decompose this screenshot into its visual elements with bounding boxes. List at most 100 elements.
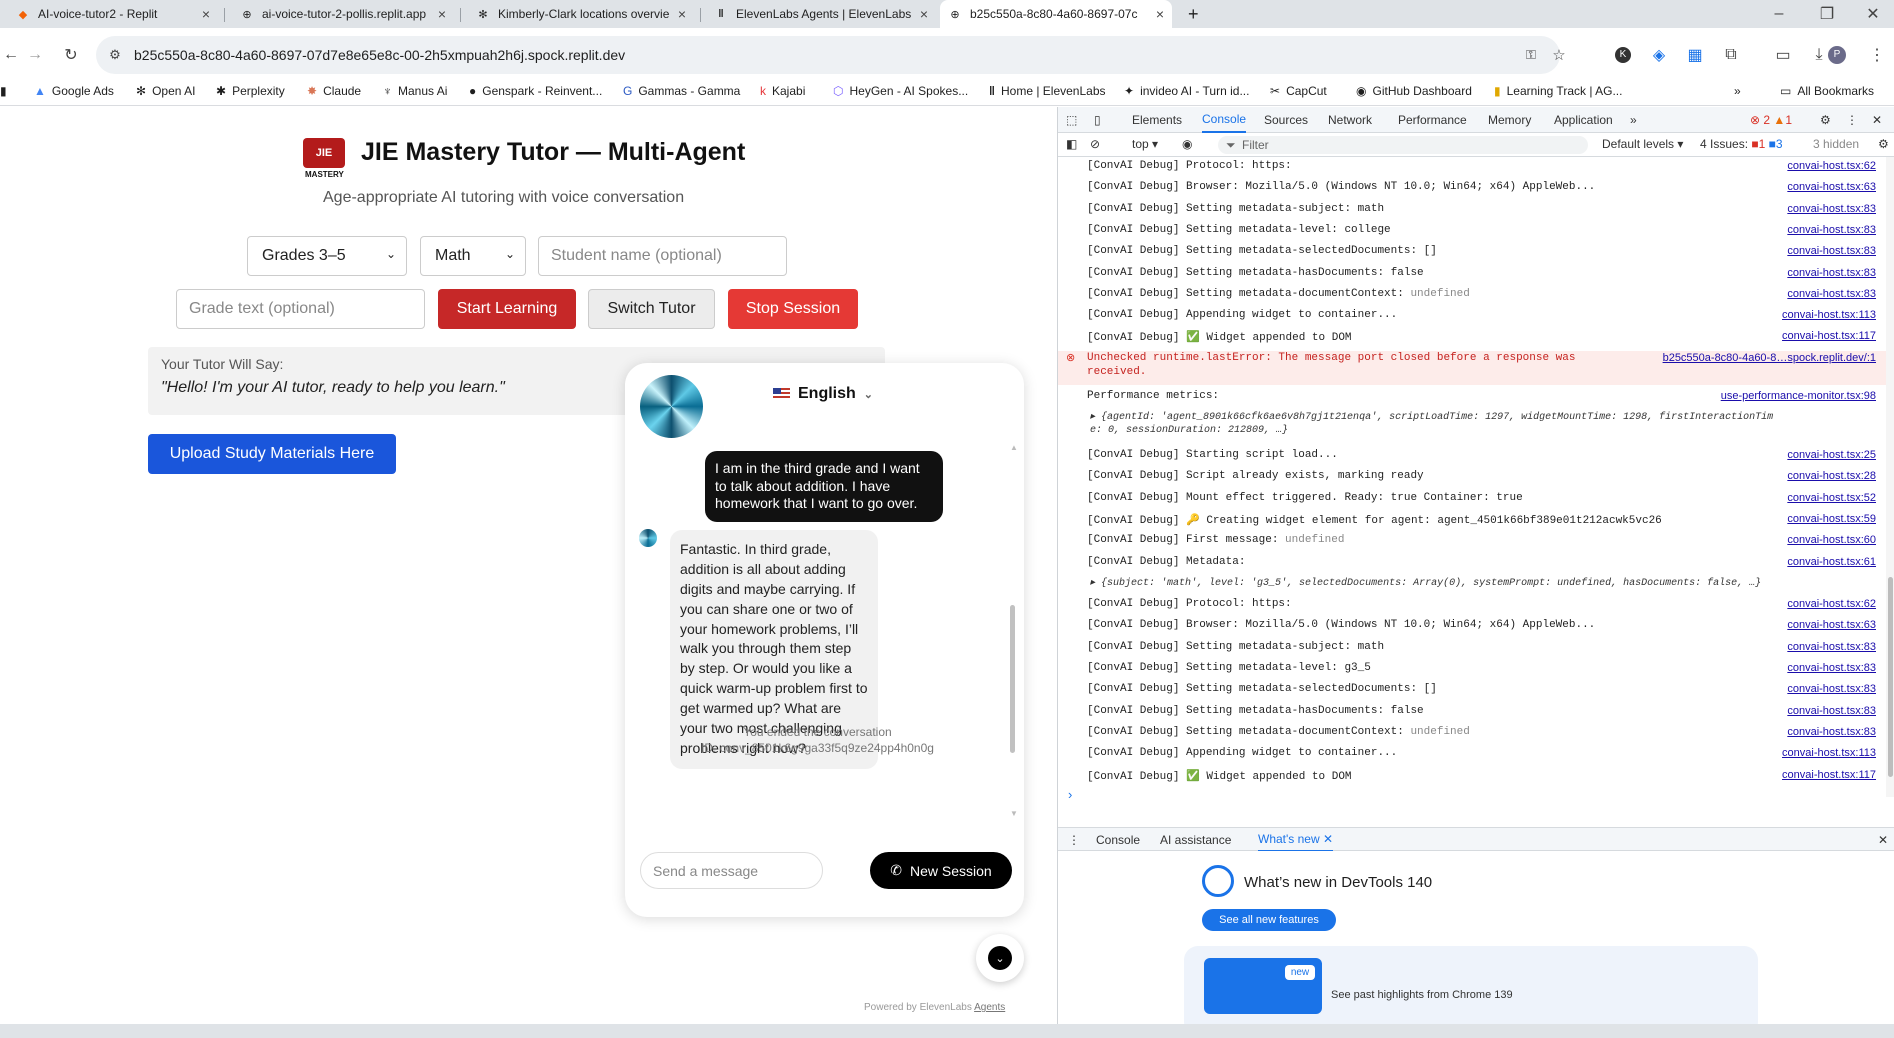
console-error-row[interactable]: ⊗ Unchecked runtime.lastError: The messag… — [1058, 350, 1886, 385]
bookmark-claude[interactable]: ✸ Claude — [307, 84, 361, 98]
console-log-row[interactable]: [ConvAI Debug] Setting metadata-document… — [1058, 287, 1886, 305]
bookmark-github[interactable]: ◉ GitHub Dashboard — [1356, 84, 1472, 98]
extension-icon[interactable]: ◈ — [1648, 44, 1670, 66]
browser-tab[interactable]: ✻ Kimberly-Clark locations overvie × — [468, 0, 694, 28]
log-source-link[interactable]: convai-host.tsx:63 — [1787, 619, 1876, 631]
log-source-link[interactable]: convai-host.tsx:62 — [1787, 160, 1876, 172]
console-settings-icon[interactable]: ⚙ — [1878, 137, 1889, 151]
extension-k-icon[interactable]: K — [1612, 44, 1634, 66]
bookmark-heygen[interactable]: ⬡ HeyGen - AI Spokes... — [833, 84, 968, 98]
new-tab-button[interactable]: + — [1180, 0, 1210, 28]
console-log-row[interactable]: [ConvAI Debug] 🔑 Creating widget element… — [1058, 512, 1886, 530]
tab-elements[interactable]: Elements — [1132, 107, 1182, 133]
close-icon[interactable]: × — [438, 6, 446, 22]
filter-input[interactable]: ⏷ Filter — [1218, 136, 1588, 154]
console-log-row[interactable]: [ConvAI Debug] Appending widget to conta… — [1058, 746, 1886, 764]
bookmark-gamma[interactable]: G Gammas - Gamma — [623, 84, 740, 98]
forward-icon[interactable]: → — [24, 44, 46, 66]
drawer-tab-console[interactable]: Console — [1096, 828, 1140, 852]
extension-grid-icon[interactable]: ▦ — [1684, 44, 1706, 66]
close-icon[interactable]: × — [678, 6, 686, 22]
menu-kebab-icon[interactable]: ⋮ — [1866, 44, 1888, 66]
console-log-row[interactable]: [ConvAI Debug] Setting metadata-selected… — [1058, 682, 1886, 700]
password-key-icon[interactable]: ⚿ — [1520, 44, 1542, 66]
new-session-button[interactable]: ✆ New Session — [870, 852, 1012, 889]
bookmark-genspark[interactable]: ● Genspark - Reinvent... — [469, 84, 602, 98]
reload-icon[interactable]: ↻ — [60, 44, 82, 66]
error-count-badge[interactable]: ⊗ 2 ▲ 1 — [1750, 107, 1792, 133]
see-all-features-button[interactable]: See all new features — [1202, 909, 1336, 931]
widget-toggle-button[interactable]: ⌄ — [976, 934, 1024, 982]
drawer-menu-icon[interactable]: ⋮ — [1068, 828, 1080, 852]
bookmark-elevenlabs[interactable]: ǁ Home | ElevenLabs — [989, 84, 1106, 98]
inspect-icon[interactable]: ⬚ — [1066, 107, 1077, 133]
log-source-link[interactable]: convai-host.tsx:61 — [1787, 556, 1876, 568]
log-source-link[interactable]: convai-host.tsx:62 — [1787, 598, 1876, 610]
console-log-row[interactable]: [ConvAI Debug] Appending widget to conta… — [1058, 308, 1886, 326]
drawer-tab-whats-new[interactable]: What's new ✕ — [1258, 828, 1334, 852]
log-source-link[interactable]: use-performance-monitor.tsx:98 — [1721, 390, 1876, 402]
bookmark-capcut[interactable]: ✂ CapCut — [1270, 84, 1327, 98]
console-log-row[interactable]: [ConvAI Debug] Browser: Mozilla/5.0 (Win… — [1058, 180, 1886, 198]
all-bookmarks[interactable]: ▭ All Bookmarks — [1780, 84, 1874, 98]
more-tabs-icon[interactable]: » — [1630, 107, 1637, 133]
bookmark-google-ads[interactable]: ▲ Google Ads — [34, 84, 114, 98]
message-input[interactable]: Send a message — [640, 852, 823, 889]
console-log-row[interactable]: [ConvAI Debug] Setting metadata-hasDocum… — [1058, 266, 1886, 284]
console-log-row[interactable]: [ConvAI Debug] Starting script load... co… — [1058, 448, 1886, 466]
close-devtools-icon[interactable]: ✕ — [1872, 107, 1882, 133]
bookmark-invideo[interactable]: ✦ invideo AI - Turn id... — [1124, 84, 1249, 98]
scroll-down-icon[interactable]: ▼ — [1010, 809, 1018, 818]
console-log-row[interactable]: [ConvAI Debug] First message: undefined c… — [1058, 533, 1886, 551]
log-source-link[interactable]: convai-host.tsx:83 — [1787, 203, 1876, 215]
bookmark-folder-icon[interactable]: ▮ — [0, 84, 7, 98]
log-source-link[interactable]: convai-host.tsx:59 — [1787, 513, 1876, 525]
tab-performance[interactable]: Performance — [1398, 107, 1467, 133]
log-source-link[interactable]: convai-host.tsx:83 — [1787, 245, 1876, 257]
close-icon[interactable]: × — [920, 6, 928, 22]
back-icon[interactable]: ← — [0, 44, 22, 66]
console-log-row[interactable]: [ConvAI Debug] Mount effect triggered. R… — [1058, 491, 1886, 509]
log-source-link[interactable]: convai-host.tsx:83 — [1787, 683, 1876, 695]
grade-select[interactable]: Grades 3–5 ⌄ — [247, 236, 407, 276]
tab-memory[interactable]: Memory — [1488, 107, 1531, 133]
issues-counter[interactable]: 4 Issues: ■1 ■3 — [1700, 137, 1783, 151]
agents-link[interactable]: Agents — [974, 1002, 1005, 1013]
tab-console[interactable]: Console — [1202, 107, 1247, 133]
log-source-link[interactable]: convai-host.tsx:83 — [1787, 662, 1876, 674]
log-source-link[interactable]: convai-host.tsx:117 — [1782, 330, 1876, 342]
restore-icon[interactable]: ❐ — [1816, 3, 1838, 25]
console-log-row[interactable]: [ConvAI Debug] Setting metadata-selected… — [1058, 244, 1886, 262]
close-window-icon[interactable]: ✕ — [1862, 3, 1884, 25]
console-scrollbar[interactable] — [1888, 577, 1893, 777]
devtools-menu-icon[interactable]: ⋮ — [1846, 107, 1858, 133]
console-log-row[interactable]: Performance metrics: use-performance-moni… — [1058, 389, 1886, 407]
more-bookmarks-icon[interactable]: » — [1734, 84, 1741, 98]
extensions-puzzle-icon[interactable]: ⧉ — [1720, 44, 1742, 66]
scroll-up-icon[interactable]: ▲ — [1010, 443, 1018, 452]
profile-avatar[interactable]: P — [1826, 44, 1848, 66]
console-log-row[interactable]: [ConvAI Debug] Script already exists, ma… — [1058, 469, 1886, 487]
log-source-link[interactable]: convai-host.tsx:113 — [1782, 747, 1876, 759]
address-bar[interactable]: ⚙ b25c550a-8c80-4a60-8697-07d7e8e65e8c-0… — [96, 36, 1566, 74]
console-log-row[interactable]: [ConvAI Debug] Setting metadata-subject:… — [1058, 202, 1886, 220]
log-source-link[interactable]: b25c550a-8c80-4a60-8…spock.replit.dev/:1 — [1663, 352, 1876, 364]
grade-text-input[interactable]: Grade text (optional) — [176, 289, 425, 329]
console-log-row[interactable]: [ConvAI Debug] ✅ Widget appended to DOM c… — [1058, 768, 1886, 786]
language-selector[interactable]: English ⌄ — [773, 385, 873, 403]
log-source-link[interactable]: convai-host.tsx:52 — [1787, 492, 1876, 504]
drawer-tab-ai-assistance[interactable]: AI assistance — [1160, 828, 1231, 852]
bookmark-learning[interactable]: ▮ Learning Track | AG... — [1494, 84, 1622, 98]
student-name-input[interactable]: Student name (optional) — [538, 236, 787, 276]
device-toolbar-icon[interactable]: ▯ — [1094, 107, 1101, 133]
site-info-icon[interactable]: ⚙ — [104, 44, 126, 66]
log-source-link[interactable]: convai-host.tsx:60 — [1787, 534, 1876, 546]
minimize-icon[interactable]: – — [1768, 3, 1790, 25]
context-select[interactable]: top ▾ — [1132, 137, 1158, 151]
console-log-row[interactable]: [ConvAI Debug] ✅ Widget appended to DOM c… — [1058, 329, 1886, 347]
levels-select[interactable]: Default levels ▾ — [1602, 137, 1683, 151]
bookmark-manus[interactable]: ♆ Manus Ai — [383, 84, 447, 98]
chat-scrollbar[interactable] — [1010, 605, 1015, 753]
console-log-row[interactable]: [ConvAI Debug] Metadata: convai-host.tsx:… — [1058, 555, 1886, 573]
console-log-row[interactable]: [ConvAI Debug] Setting metadata-hasDocum… — [1058, 704, 1886, 722]
